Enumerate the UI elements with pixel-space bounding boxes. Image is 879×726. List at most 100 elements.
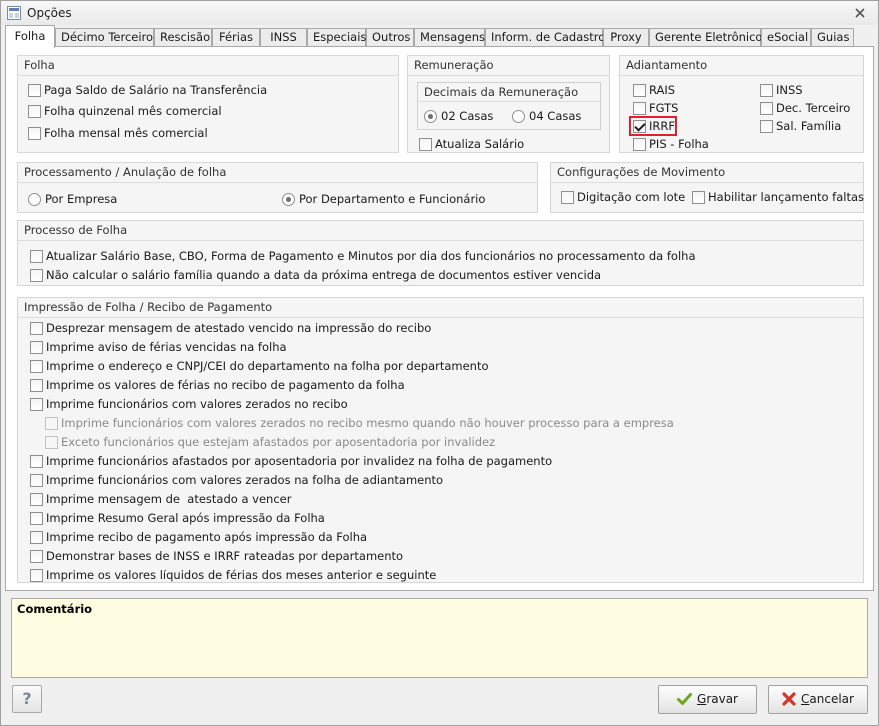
- option-valores-ferias[interactable]: Imprime os valores de férias no recibo d…: [30, 378, 405, 394]
- checkbox[interactable]: [30, 455, 43, 468]
- checkbox[interactable]: [30, 341, 43, 354]
- window-icon: [7, 6, 21, 20]
- checkbox[interactable]: [30, 398, 43, 411]
- group-folha: Folha Paga Saldo de Salário na Transferê…: [17, 55, 399, 153]
- tab-gerente-eletronico[interactable]: Gerente Eletrônico: [649, 28, 762, 47]
- tab-decimo-terceiro[interactable]: Décimo Terceiro: [55, 28, 154, 47]
- option-fgts[interactable]: FGTS: [633, 101, 678, 117]
- option-habilitar-faltas[interactable]: Habilitar lançamento faltas: [692, 190, 864, 206]
- option-afastados-invalidez[interactable]: Imprime funcionários afastados por apose…: [30, 454, 552, 470]
- option-zerados-adiantamento[interactable]: Imprime funcionários com valores zerados…: [30, 473, 443, 489]
- option-sal-familia[interactable]: Sal. Família: [760, 119, 841, 135]
- checkbox[interactable]: [30, 493, 43, 506]
- help-button[interactable]: ?: [12, 685, 42, 713]
- tab-folha[interactable]: Folha: [5, 25, 55, 48]
- tab-mensagens[interactable]: Mensagens: [414, 28, 485, 47]
- checkbox[interactable]: [30, 531, 43, 544]
- tab-bar: Folha Décimo Terceiro Rescisão Férias IN…: [5, 25, 875, 48]
- group-processamento: Processamento / Anulação de folha Por Em…: [17, 162, 538, 213]
- tab-especiais[interactable]: Especiais: [307, 28, 366, 47]
- checkbox[interactable]: [419, 138, 432, 151]
- tab-ferias[interactable]: Férias: [212, 28, 260, 47]
- option-inss[interactable]: INSS: [760, 83, 803, 99]
- close-icon[interactable]: [852, 5, 868, 21]
- check-icon: [677, 693, 692, 705]
- irrf-highlight: [629, 116, 677, 136]
- checkbox[interactable]: [760, 84, 773, 97]
- group-decimais: Decimais da Remuneração 02 Casas 04 Casa…: [417, 82, 601, 130]
- radio-por-departamento[interactable]: Por Departamento e Funcionário: [282, 192, 485, 208]
- checkbox[interactable]: [30, 474, 43, 487]
- checkbox[interactable]: [30, 322, 43, 335]
- checkbox[interactable]: [30, 360, 43, 373]
- option-zerados-sem-processo: Imprime funcionários com valores zerados…: [45, 416, 674, 432]
- checkbox-disabled: [45, 417, 58, 430]
- option-bases-inss-irrf[interactable]: Demonstrar bases de INSS e IRRF rateadas…: [30, 549, 403, 565]
- comment-field[interactable]: Comentário: [11, 598, 868, 678]
- group-movimento: Configurações de Movimento Digitação com…: [550, 162, 864, 213]
- group-impressao: Impressão de Folha / Recibo de Pagamento…: [17, 297, 864, 583]
- option-endereco-cnpj[interactable]: Imprime o endereço e CNPJ/CEI do departa…: [30, 359, 489, 375]
- option-recibo-pagamento[interactable]: Imprime recibo de pagamento após impress…: [30, 530, 367, 546]
- tab-rescisao[interactable]: Rescisão: [154, 28, 212, 47]
- tab-inss[interactable]: INSS: [260, 28, 307, 47]
- checkbox[interactable]: [30, 569, 43, 582]
- option-folha-mensal[interactable]: Folha mensal mês comercial: [28, 126, 208, 142]
- option-valores-liquidos-ferias[interactable]: Imprime os valores líquidos de férias do…: [30, 568, 436, 584]
- group-title: Processo de Folha: [18, 221, 863, 241]
- checkbox[interactable]: [30, 512, 43, 525]
- option-valores-zerados-recibo[interactable]: Imprime funcionários com valores zerados…: [30, 397, 348, 413]
- radio-button[interactable]: [512, 110, 525, 123]
- option-digitacao-lote[interactable]: Digitação com lote: [561, 190, 685, 206]
- option-desprezar-atestado[interactable]: Desprezar mensagem de atestado vencido n…: [30, 321, 431, 337]
- tab-inform-cadastro[interactable]: Inform. de Cadastro: [485, 28, 605, 47]
- radio-por-empresa[interactable]: Por Empresa: [28, 192, 117, 208]
- checkbox[interactable]: [633, 102, 646, 115]
- checkbox[interactable]: [692, 191, 705, 204]
- help-icon: ?: [22, 689, 32, 708]
- checkbox[interactable]: [760, 102, 773, 115]
- option-atualizar-salario-base[interactable]: Atualizar Salário Base, CBO, Forma de Pa…: [30, 249, 696, 265]
- option-aviso-ferias[interactable]: Imprime aviso de férias vencidas na folh…: [30, 340, 287, 356]
- tab-guias[interactable]: Guias: [811, 28, 854, 47]
- checkbox[interactable]: [561, 191, 574, 204]
- checkbox[interactable]: [30, 269, 43, 282]
- option-resumo-geral[interactable]: Imprime Resumo Geral após impressão da F…: [30, 511, 325, 527]
- checkbox[interactable]: [30, 550, 43, 563]
- option-folha-quinzenal[interactable]: Folha quinzenal mês comercial: [28, 104, 222, 120]
- group-title: Configurações de Movimento: [551, 163, 863, 183]
- group-adiantamento: Adiantamento RAIS FGTS IRRF PIS - Folha …: [619, 55, 864, 153]
- group-title: Adiantamento: [620, 56, 863, 76]
- group-title: Folha: [18, 56, 398, 76]
- checkbox[interactable]: [28, 127, 41, 140]
- checkbox[interactable]: [30, 250, 43, 263]
- radio-button[interactable]: [282, 193, 295, 206]
- option-nao-calcular-salario-familia[interactable]: Não calcular o salário família quando a …: [30, 268, 601, 284]
- option-rais[interactable]: RAIS: [633, 83, 675, 99]
- tab-proxy[interactable]: Proxy: [603, 28, 649, 47]
- group-title: Remuneração: [408, 56, 609, 76]
- title-bar: Opções: [1, 1, 878, 25]
- option-paga-saldo[interactable]: Paga Saldo de Salário na Transferência: [28, 83, 267, 99]
- x-icon: [782, 692, 796, 706]
- checkbox[interactable]: [28, 84, 41, 97]
- gravar-button[interactable]: Gravar: [658, 685, 757, 714]
- checkbox[interactable]: [30, 379, 43, 392]
- tab-outros[interactable]: Outros: [366, 28, 414, 47]
- checkbox[interactable]: [760, 120, 773, 133]
- group-title: Impressão de Folha / Recibo de Pagamento: [18, 298, 863, 318]
- group-title: Processamento / Anulação de folha: [18, 163, 537, 183]
- checkbox[interactable]: [633, 138, 646, 151]
- option-pis-folha[interactable]: PIS - Folha: [633, 137, 709, 153]
- checkbox[interactable]: [28, 105, 41, 118]
- option-atestado-vencer[interactable]: Imprime mensagem de atestado a vencer: [30, 492, 291, 508]
- checkbox[interactable]: [633, 84, 646, 97]
- radio-button[interactable]: [424, 110, 437, 123]
- cancelar-button[interactable]: Cancelar: [768, 685, 868, 714]
- option-dec-terceiro[interactable]: Dec. Terceiro: [760, 101, 850, 117]
- radio-button[interactable]: [28, 193, 41, 206]
- radio-02-casas[interactable]: 02 Casas: [424, 109, 493, 125]
- tab-esocial[interactable]: eSocial: [761, 28, 811, 47]
- radio-04-casas[interactable]: 04 Casas: [512, 109, 581, 125]
- option-atualiza-salario[interactable]: Atualiza Salário: [419, 137, 524, 153]
